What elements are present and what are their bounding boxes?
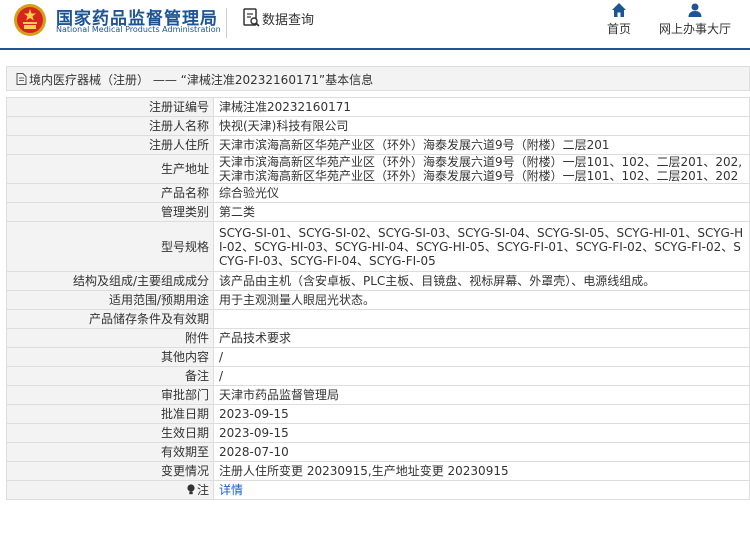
table-row: 注 详情 xyxy=(6,480,750,500)
field-label: 备注 xyxy=(6,366,214,386)
nav-online-office-label: 网上办事大厅 xyxy=(658,22,731,36)
breadcrumb-text: 境内医疗器械（注册） —— “津械注准20232160171”基本信息 xyxy=(29,71,373,88)
field-value: 该产品由主机（含安卓板、PLC主板、目镜盘、视标屏幕、外罩壳）、电源线组成。 xyxy=(213,271,750,291)
field-value: 快视(天津)科技有限公司 xyxy=(213,116,750,136)
field-label: 注册证编号 xyxy=(6,97,214,117)
table-row: 变更情况 注册人住所变更 20230915,生产地址变更 20230915 xyxy=(6,461,750,481)
field-value: SCYG-SI-01、SCYG-SI-02、SCYG-SI-03、SCYG-SI… xyxy=(213,221,750,272)
user-icon xyxy=(688,3,702,17)
field-label: 有效期至 xyxy=(6,442,214,462)
field-value: 产品技术要求 xyxy=(213,328,750,348)
field-label: 生产地址 xyxy=(6,154,214,184)
field-value: 2028-07-10 xyxy=(213,442,750,462)
light-bulb-icon xyxy=(187,484,195,495)
national-emblem-icon[interactable] xyxy=(13,3,47,37)
table-row: 型号规格 SCYG-SI-01、SCYG-SI-02、SCYG-SI-03、SC… xyxy=(6,221,750,272)
field-value xyxy=(213,309,750,329)
table-row: 有效期至 2028-07-10 xyxy=(6,442,750,462)
field-value: 津械注准20232160171 xyxy=(213,97,750,117)
nav-home-label: 首页 xyxy=(606,22,631,36)
field-label: 变更情况 xyxy=(6,461,214,481)
field-value: / xyxy=(213,366,750,386)
field-label: 型号规格 xyxy=(6,221,214,272)
home-icon xyxy=(612,3,626,17)
document-icon xyxy=(16,73,27,85)
table-row: 注册人住所 天津市滨海高新区华苑产业区（环外）海泰发展六道9号（附楼）二层201 xyxy=(6,135,750,155)
header-divider xyxy=(226,8,227,38)
table-row: 注册证编号 津械注准20232160171 xyxy=(6,97,750,117)
field-label: 适用范围/预期用途 xyxy=(6,290,214,310)
registration-detail-table: 注册证编号 津械注准20232160171 注册人名称 快视(天津)科技有限公司… xyxy=(6,97,750,500)
field-label: 产品储存条件及有效期 xyxy=(6,309,214,329)
data-query-icon xyxy=(243,8,260,27)
nav-home[interactable]: 首页 xyxy=(604,2,634,37)
note-label-cell: 注 xyxy=(6,480,214,500)
breadcrumb-category-link[interactable]: 境内医疗器械（注册） xyxy=(29,73,149,87)
field-value: 综合验光仪 xyxy=(213,183,750,203)
table-row: 管理类别 第二类 xyxy=(6,202,750,222)
field-label: 产品名称 xyxy=(6,183,214,203)
field-label: 结构及组成/主要组成成分 xyxy=(6,271,214,291)
field-label: 批准日期 xyxy=(6,404,214,424)
field-value: 天津市滨海高新区华苑产业区（环外）海泰发展六道9号（附楼）二层201 xyxy=(213,135,750,155)
field-value: 第二类 xyxy=(213,202,750,222)
breadcrumb: 境内医疗器械（注册） —— “津械注准20232160171”基本信息 xyxy=(6,66,750,91)
field-value: 2023-09-15 xyxy=(213,423,750,443)
field-label: 其他内容 xyxy=(6,347,214,367)
field-value: 注册人住所变更 20230915,生产地址变更 20230915 xyxy=(213,461,750,481)
site-title-en[interactable]: National Medical Products Administration xyxy=(56,25,221,34)
table-row: 生产地址 天津市滨海高新区华苑产业区（环外）海泰发展六道9号（附楼）一层101、… xyxy=(6,154,750,184)
table-row: 适用范围/预期用途 用于主观测量人眼屈光状态。 xyxy=(6,290,750,310)
field-label: 管理类别 xyxy=(6,202,214,222)
field-label: 注 xyxy=(196,483,209,497)
table-row: 其他内容 / xyxy=(6,347,750,367)
table-row: 结构及组成/主要组成成分 该产品由主机（含安卓板、PLC主板、目镜盘、视标屏幕、… xyxy=(6,271,750,291)
details-link[interactable]: 详情 xyxy=(219,483,243,497)
field-value: 天津市滨海高新区华苑产业区（环外）海泰发展六道9号（附楼）一层101、102、二… xyxy=(213,154,750,184)
table-row: 产品名称 综合验光仪 xyxy=(6,183,750,203)
field-value: 天津市药品监督管理局 xyxy=(213,385,750,405)
field-value: / xyxy=(213,347,750,367)
field-value: 2023-09-15 xyxy=(213,404,750,424)
breadcrumb-separator: —— xyxy=(149,73,181,87)
field-label: 注册人名称 xyxy=(6,116,214,136)
table-row: 生效日期 2023-09-15 xyxy=(6,423,750,443)
table-row: 审批部门 天津市药品监督管理局 xyxy=(6,385,750,405)
table-row: 备注 / xyxy=(6,366,750,386)
field-value: 用于主观测量人眼屈光状态。 xyxy=(213,290,750,310)
table-row: 批准日期 2023-09-15 xyxy=(6,404,750,424)
field-label: 附件 xyxy=(6,328,214,348)
breadcrumb-record-title: “津械注准20232160171”基本信息 xyxy=(180,73,374,87)
field-value: 详情 xyxy=(213,480,750,500)
table-row: 附件 产品技术要求 xyxy=(6,328,750,348)
field-label: 审批部门 xyxy=(6,385,214,405)
table-row: 产品储存条件及有效期 xyxy=(6,309,750,329)
field-label: 注册人住所 xyxy=(6,135,214,155)
data-query-label[interactable]: 数据查询 xyxy=(262,9,314,28)
table-row: 注册人名称 快视(天津)科技有限公司 xyxy=(6,116,750,136)
site-header: 国家药品监督管理局 National Medical Products Admi… xyxy=(0,0,750,50)
field-label: 生效日期 xyxy=(6,423,214,443)
nav-online-office[interactable]: 网上办事大厅 xyxy=(656,2,734,37)
